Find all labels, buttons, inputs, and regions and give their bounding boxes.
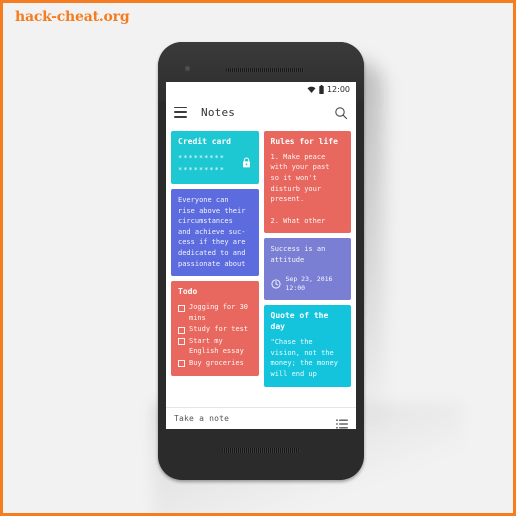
todo-item[interactable]: Start my English essay [178, 336, 252, 357]
reminder-date: Sep 23, 2016 [285, 274, 333, 283]
earpiece-speaker [226, 68, 304, 72]
battery-icon [319, 85, 324, 94]
note-body: 1. Make peace with your past so it won't… [270, 152, 330, 225]
note-success-attitude[interactable]: Success is an attitude Sep 23, 2016 12:0… [263, 238, 351, 301]
checkbox-icon[interactable] [178, 338, 185, 346]
reminder-chip[interactable]: Sep 23, 2016 12:00 [270, 274, 345, 294]
todo-item[interactable]: Buy groceries [178, 358, 252, 369]
app-bar: Notes [166, 97, 356, 127]
status-bar-time: 12:00 [326, 84, 350, 94]
todo-list: Jogging for 30 mins Study for test Start… [178, 302, 252, 368]
reminder-datetime: Sep 23, 2016 12:00 [286, 275, 333, 294]
bottom-bar: Take a note [166, 407, 356, 429]
masked-line-1: ********* [178, 153, 225, 162]
reminder-time: 12:00 [285, 283, 306, 292]
watermark: hack-cheat.org [15, 9, 130, 25]
checkbox-icon[interactable] [178, 304, 185, 312]
todo-item-label: Study for test [189, 325, 249, 334]
phone-device: 12:00 Notes Credit card ********* ******… [158, 42, 364, 480]
note-title: Todo [178, 287, 198, 297]
note-body: Everyone can rise above their circumstan… [178, 195, 246, 268]
note-title: Rules for life [270, 137, 338, 146]
notes-grid: Credit card ********* ********* Everyone… [166, 127, 356, 407]
note-everyone-can-rise[interactable]: Everyone can rise above their circumstan… [171, 188, 259, 277]
status-bar: 12:00 [166, 82, 356, 97]
wifi-icon [307, 86, 316, 94]
clock-icon [270, 274, 281, 293]
search-icon[interactable] [334, 105, 348, 120]
note-title: Credit card [178, 137, 231, 146]
bottom-speaker [222, 448, 300, 453]
notes-column-right: Rules for life 1. Make peace with your p… [263, 131, 351, 387]
note-title: Quote of the day [270, 311, 329, 332]
note-todo[interactable]: Todo Jogging for 30 mins Study for test [171, 281, 259, 377]
todo-item[interactable]: Study for test [178, 324, 252, 335]
note-quote-of-the-day[interactable]: Quote of the day "Chase the vision, not … [263, 305, 351, 387]
todo-item-label: Jogging for 30 mins [189, 303, 249, 322]
checkbox-icon[interactable] [178, 360, 185, 368]
take-a-note-input[interactable]: Take a note [174, 414, 336, 423]
list-view-icon[interactable] [336, 414, 348, 429]
masked-line-2: ********* [178, 166, 225, 175]
todo-item-label: Buy groceries [189, 358, 244, 367]
note-credit-card[interactable]: Credit card ********* ********* [171, 131, 259, 184]
note-body: "Chase the vision, not the money; the mo… [270, 338, 338, 378]
phone-screen: 12:00 Notes Credit card ********* ******… [166, 82, 356, 429]
front-camera [185, 66, 190, 71]
hamburger-menu-icon[interactable] [174, 106, 187, 118]
note-rules-for-life[interactable]: Rules for life 1. Make peace with your p… [263, 131, 351, 234]
checkbox-icon[interactable] [178, 326, 185, 334]
notes-column-left: Credit card ********* ********* Everyone… [171, 131, 259, 377]
lock-icon [242, 153, 251, 172]
todo-item-label: Start my English essay [189, 336, 244, 356]
page-title: Notes [201, 105, 236, 119]
screenshot-page: hack-cheat.org 12:00 Notes Credit card *… [0, 0, 516, 516]
note-body: Success is an attitude [270, 245, 326, 264]
todo-item[interactable]: Jogging for 30 mins [178, 302, 252, 323]
